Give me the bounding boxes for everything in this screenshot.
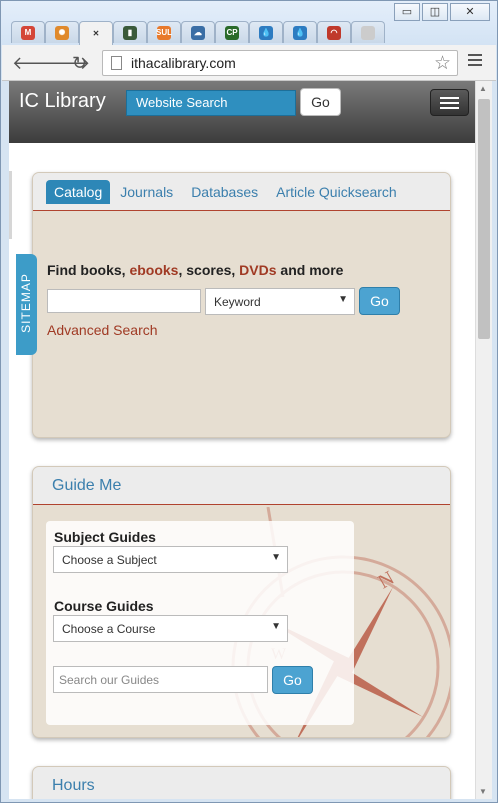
guide-search-input[interactable]: Search our Guides (53, 666, 268, 693)
website-search-go-button[interactable]: Go (300, 88, 341, 116)
browser-tab-sul[interactable]: SUL (147, 21, 181, 43)
chevron-down-icon: ▼ (271, 552, 281, 563)
browser-tab-cp[interactable]: CP (215, 21, 249, 43)
browser-tab-gmail[interactable]: M (11, 21, 45, 43)
chevron-down-icon: ▼ (271, 621, 281, 632)
catalog-tabs: Catalog Journals Databases Article Quicksea… (46, 180, 407, 204)
catalog-panel-header: Catalog Journals Databases Article Quicksea… (33, 173, 450, 211)
scroll-down-icon[interactable]: ▼ (479, 787, 487, 796)
search-type-value: Keyword (214, 295, 261, 309)
browser-tab-cloud[interactable]: ☁ (181, 21, 215, 43)
title-bar: ▭ ◫ ✕ M ✺ ✕ ▮ SUL ☁ CP 💧 💧 ◠ (1, 1, 497, 45)
url-text: ithacalibrary.com (131, 55, 236, 71)
ebooks-link[interactable]: ebooks (129, 262, 178, 278)
dvds-link[interactable]: DVDs (239, 262, 276, 278)
blank-favicon-icon (361, 25, 375, 40)
wheel-favicon-icon: ✺ (55, 25, 69, 40)
vertical-scrollbar[interactable]: ▲ ▼ (475, 81, 492, 799)
website-search-input[interactable]: Website Search (126, 90, 296, 116)
subject-select[interactable]: Choose a Subject ▼ (53, 546, 288, 573)
book-favicon-icon: ▮ (123, 25, 137, 40)
cp-favicon-icon: CP (225, 25, 239, 40)
guide-panel: Guide Me N W (32, 466, 451, 738)
browser-tab-wheel[interactable]: ✺ (45, 21, 79, 43)
search-type-select[interactable]: Keyword ▼ (205, 288, 355, 315)
browser-tab-blank[interactable] (351, 21, 385, 43)
gmail-favicon-icon: M (21, 25, 35, 40)
close-window-button[interactable]: ✕ (450, 3, 490, 21)
hours-panel-header: Hours (33, 767, 450, 799)
page-viewport: IC Library Website Search Go Catalog Jour… (9, 81, 475, 799)
browser-tab-drupal1[interactable]: 💧 (249, 21, 283, 43)
sul-favicon-icon: SUL (156, 25, 172, 40)
reload-icon[interactable]: ↻ (72, 53, 87, 74)
page-icon (111, 56, 122, 70)
bookmark-star-icon[interactable]: ☆ (434, 52, 451, 75)
tab-journals[interactable]: Journals (112, 180, 181, 204)
cloud-favicon-icon: ☁ (191, 25, 205, 40)
left-divider (9, 171, 12, 239)
scroll-up-icon[interactable]: ▲ (479, 84, 487, 93)
tab-databases[interactable]: Databases (183, 180, 266, 204)
site-header: IC Library Website Search Go (9, 81, 475, 143)
scrollbar-thumb[interactable] (478, 99, 490, 339)
chevron-down-icon: ▼ (338, 294, 348, 305)
course-select-value: Choose a Course (62, 622, 156, 636)
arc-favicon-icon: ◠ (327, 25, 341, 40)
guide-go-button[interactable]: Go (272, 666, 313, 694)
sitemap-tab[interactable]: SITEMAP (16, 254, 37, 355)
course-guides-label: Course Guides (54, 598, 154, 614)
heading-part: and more (276, 262, 344, 278)
catalog-panel: Catalog Journals Databases Article Quicksea… (32, 172, 451, 438)
hours-title[interactable]: Hours (52, 777, 95, 795)
browser-tab-drupal2[interactable]: 💧 (283, 21, 317, 43)
drupal2-favicon-icon: 💧 (293, 25, 307, 40)
browser-tab-arc[interactable]: ◠ (317, 21, 351, 43)
catalog-heading: Find books, ebooks, scores, DVDs and mor… (47, 262, 343, 278)
subject-guides-label: Subject Guides (54, 529, 156, 545)
catalog-search-input[interactable] (47, 289, 201, 313)
guide-title[interactable]: Guide Me (52, 477, 121, 495)
subject-select-value: Choose a Subject (62, 553, 157, 567)
hamburger-menu-icon[interactable] (430, 89, 469, 116)
minimize-button[interactable]: ▭ (394, 3, 420, 21)
catalog-go-button[interactable]: Go (359, 287, 400, 315)
browser-toolbar: 🡐 🡒 ↻ ithacalibrary.com ☆ (2, 45, 496, 81)
address-bar[interactable]: ithacalibrary.com ☆ (102, 50, 458, 76)
sitemap-label: SITEMAP (19, 273, 33, 333)
current-favicon-icon: ✕ (92, 29, 100, 38)
tab-catalog[interactable]: Catalog (46, 180, 111, 204)
site-brand[interactable]: IC Library (19, 90, 106, 113)
page-content: Catalog Journals Databases Article Quicksea… (9, 143, 475, 799)
hours-panel: Hours (32, 766, 451, 799)
browser-menu-icon[interactable] (468, 54, 482, 69)
drupal1-favicon-icon: 💧 (259, 25, 273, 40)
course-select[interactable]: Choose a Course ▼ (53, 615, 288, 642)
tab-strip: M ✺ ✕ ▮ SUL ☁ CP 💧 💧 ◠ (11, 21, 385, 45)
browser-tab-current[interactable]: ✕ (79, 21, 113, 45)
browser-tab-book[interactable]: ▮ (113, 21, 147, 43)
heading-part: Find books, (47, 262, 130, 278)
guide-form: Subject Guides Choose a Subject ▼ Course… (46, 521, 354, 725)
browser-window: ▭ ◫ ✕ M ✺ ✕ ▮ SUL ☁ CP 💧 💧 ◠ 🡐 🡒 ↻ ithacalibrary.… (0, 0, 498, 803)
maximize-button[interactable]: ◫ (422, 3, 448, 21)
advanced-search-link[interactable]: Advanced Search (47, 322, 158, 338)
heading-part: , scores, (178, 262, 240, 278)
guide-panel-header: Guide Me (33, 467, 450, 505)
tab-article-quicksearch[interactable]: Article Quicksearch (268, 180, 405, 204)
